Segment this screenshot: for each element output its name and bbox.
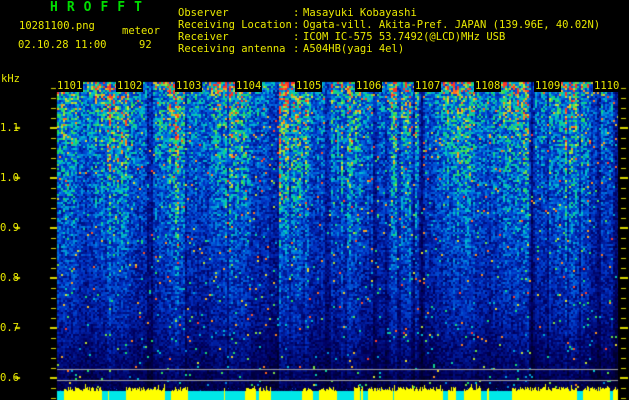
info-separator: : xyxy=(293,31,300,43)
x-axis-time-label: 1101 xyxy=(56,80,84,92)
info-label: Observer xyxy=(178,7,229,19)
x-axis-time-label: 1107 xyxy=(414,80,442,92)
x-axis-time-label: 1106 xyxy=(355,80,383,92)
info-label: Receiving antenna xyxy=(178,43,286,55)
info-row: Observer: Masayuki Kobayashi xyxy=(178,7,600,19)
info-separator: : xyxy=(293,7,300,19)
y-axis-label: 0.9 xyxy=(0,222,19,234)
info-separator: : xyxy=(293,43,300,55)
x-axis-time-label: 1104 xyxy=(235,80,263,92)
app-title: HROFFT xyxy=(50,0,151,15)
x-axis-time-label: 1103 xyxy=(175,80,203,92)
y-axis-label: 0.6 xyxy=(0,372,19,384)
info-value: ICOM IC-575 53.7492(@LCD)MHz USB xyxy=(303,31,506,43)
filename-label: 10281100.png xyxy=(19,20,95,32)
datetime-label: 02.10.28 11:00 xyxy=(18,39,107,51)
mode-label: meteor xyxy=(122,25,160,37)
info-row: Receiving antenna: A504HB(yagi 4el) xyxy=(178,43,600,55)
y-axis-label: 0.8 xyxy=(0,272,19,284)
info-label: Receiver xyxy=(178,31,229,43)
y-axis-label: 1.1 xyxy=(0,122,19,134)
spectrogram-plot xyxy=(57,82,618,400)
x-axis-time-label: 1105 xyxy=(295,80,323,92)
observer-info-block: Observer: Masayuki Kobayashi Receiving Loc… xyxy=(178,7,600,55)
hrofft-screen: HROFFT 10281100.png meteor 02.10.28 11:0… xyxy=(0,0,629,400)
khz-unit-label: kHz xyxy=(1,73,20,85)
info-label: Receiving Location xyxy=(178,19,292,31)
x-axis-time-label: 1108 xyxy=(474,80,502,92)
x-axis-time-label: 1102 xyxy=(116,80,144,92)
x-axis-time-label: 1109 xyxy=(534,80,562,92)
info-value: A504HB(yagi 4el) xyxy=(303,43,405,55)
info-row: Receiver: ICOM IC-575 53.7492(@LCD)MHz US… xyxy=(178,31,600,43)
info-separator: : xyxy=(293,19,300,31)
info-value: Masayuki Kobayashi xyxy=(303,7,417,19)
meteor-count: 92 xyxy=(139,39,152,51)
info-row: Receiving Location: Ogata-vill. Akita-Pre… xyxy=(178,19,600,31)
y-axis-label: 0.7 xyxy=(0,322,19,334)
y-axis-label: 1.0 xyxy=(0,172,19,184)
info-value: Ogata-vill. Akita-Pref. JAPAN (139.96E, … xyxy=(303,19,601,31)
x-axis-time-label: 1110 xyxy=(593,80,621,92)
